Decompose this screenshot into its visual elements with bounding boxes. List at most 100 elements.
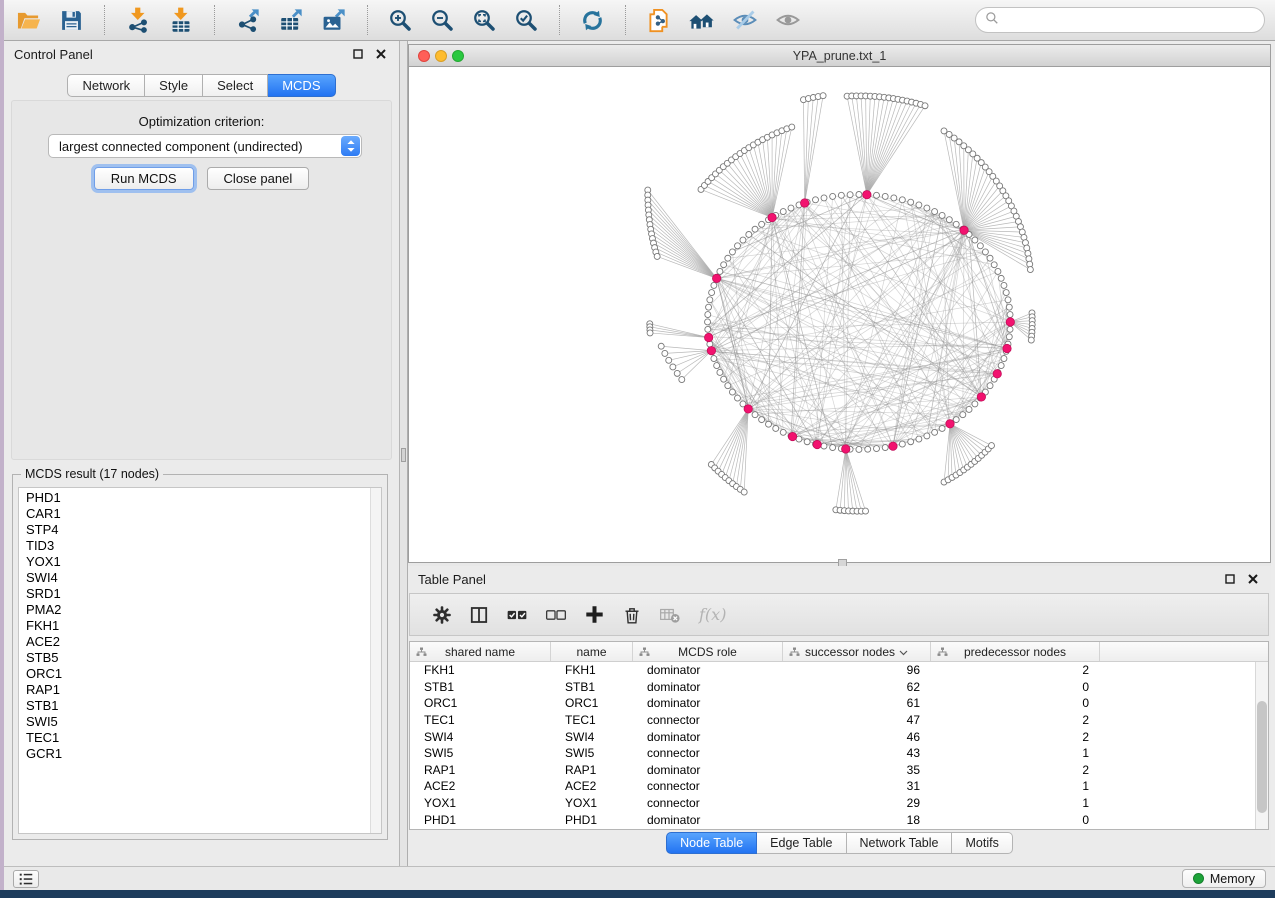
table-cell[interactable]: 2 [931,763,1100,777]
tab-motifs[interactable]: Motifs [952,832,1012,854]
mcds-result-item[interactable]: SWI4 [19,570,381,586]
table-cell[interactable]: FKH1 [410,663,551,677]
search-field[interactable] [975,7,1265,33]
network-graph[interactable] [409,67,1270,562]
table-row[interactable]: STB1STB1dominator620 [410,679,1268,696]
select-all-button[interactable] [506,604,528,626]
table-cell[interactable]: STB1 [551,680,633,694]
refresh-button[interactable] [580,8,605,33]
table-cell[interactable]: 46 [783,730,931,744]
table-cell[interactable]: ORC1 [551,696,633,710]
table-cell[interactable]: FKH1 [551,663,633,677]
table-cell[interactable]: RAP1 [410,763,551,777]
table-row[interactable]: SWI4SWI4dominator462 [410,728,1268,745]
zoom-selected-button[interactable] [514,8,539,33]
mcds-result-item[interactable]: FKH1 [19,618,381,634]
column-header-predecessor-nodes[interactable]: predecessor nodes [931,642,1100,661]
table-cell[interactable]: SWI4 [410,730,551,744]
table-cell[interactable]: connector [633,779,783,793]
table-cell[interactable]: dominator [633,730,783,744]
delete-column-button[interactable] [622,605,642,625]
table-cell[interactable]: 18 [783,813,931,827]
table-cell[interactable]: SWI5 [551,746,633,760]
table-row[interactable]: TEC1TEC1connector472 [410,712,1268,729]
split-view-button[interactable] [469,605,489,625]
table-scrollbar[interactable] [1255,662,1268,829]
search-input[interactable] [1004,10,1252,30]
table-cell[interactable]: dominator [633,663,783,677]
tab-edge-table[interactable]: Edge Table [757,832,846,854]
export-image-button[interactable] [321,7,347,33]
tab-select[interactable]: Select [203,74,268,97]
table-cell[interactable]: 31 [783,779,931,793]
table-cell[interactable]: 1 [931,779,1100,793]
table-cell[interactable]: PHD1 [551,813,633,827]
table-row[interactable]: SWI5SWI5connector431 [410,745,1268,762]
save-session-button[interactable] [59,8,84,33]
network-titlebar[interactable]: YPA_prune.txt_1 [409,45,1270,67]
tab-style[interactable]: Style [145,74,203,97]
import-network-button[interactable] [125,7,151,33]
table-row[interactable]: PHD1PHD1dominator180 [410,811,1268,828]
splitter-grip-icon[interactable] [401,448,406,462]
close-panel-button[interactable]: Close panel [207,167,310,190]
float-panel-icon[interactable] [1222,571,1238,587]
mcds-result-item[interactable]: STB1 [19,698,381,714]
table-settings-button[interactable] [432,605,452,625]
open-session-button[interactable] [16,7,42,33]
zoom-in-button[interactable] [388,8,413,33]
import-table-button[interactable] [168,7,194,33]
table-cell[interactable]: dominator [633,813,783,827]
mcds-result-list[interactable]: PHD1CAR1STP4TID3YOX1SWI4SRD1PMA2FKH1ACE2… [18,487,382,834]
criterion-dropdown[interactable]: largest connected component (undirected) [48,134,362,158]
tab-network[interactable]: Network [67,74,145,97]
network-canvas[interactable] [409,67,1270,562]
first-neighbors-button[interactable] [688,7,715,34]
table-cell[interactable]: 62 [783,680,931,694]
table-cell[interactable]: 96 [783,663,931,677]
table-cell[interactable]: SWI4 [551,730,633,744]
mcds-result-item[interactable]: STB5 [19,650,381,666]
table-cell[interactable]: ACE2 [551,779,633,793]
window-maximize-icon[interactable] [452,50,464,62]
table-cell[interactable]: YOX1 [410,796,551,810]
table-row[interactable]: RAP1RAP1dominator352 [410,762,1268,779]
table-row[interactable]: YOX1YOX1connector291 [410,795,1268,812]
table-cell[interactable]: STB1 [410,680,551,694]
table-cell[interactable]: TEC1 [410,713,551,727]
export-network-button[interactable] [235,7,261,33]
mcds-result-item[interactable]: ACE2 [19,634,381,650]
mcds-result-item[interactable]: YOX1 [19,554,381,570]
mcds-result-item[interactable]: TID3 [19,538,381,554]
table-cell[interactable]: 1 [931,796,1100,810]
float-panel-icon[interactable] [350,46,366,62]
table-cell[interactable]: SWI5 [410,746,551,760]
table-cell[interactable]: 0 [931,696,1100,710]
table-cell[interactable]: 47 [783,713,931,727]
table-cell[interactable]: dominator [633,696,783,710]
table-cell[interactable]: dominator [633,763,783,777]
table-row[interactable]: ACE2ACE2connector311 [410,778,1268,795]
table-cell[interactable]: 2 [931,730,1100,744]
add-column-button[interactable] [584,604,605,625]
tab-node-table[interactable]: Node Table [666,832,757,854]
export-table-button[interactable] [278,7,304,33]
table-cell[interactable]: 61 [783,696,931,710]
column-header-mcds-role[interactable]: MCDS role [633,642,783,661]
tab-network-table[interactable]: Network Table [847,832,953,854]
duplicate-network-button[interactable] [646,8,671,33]
window-minimize-icon[interactable] [435,50,447,62]
mcds-result-item[interactable]: STP4 [19,522,381,538]
table-cell[interactable]: ORC1 [410,696,551,710]
mcds-result-item[interactable]: CAR1 [19,506,381,522]
table-row[interactable]: ORC1ORC1dominator610 [410,695,1268,712]
mcds-result-item[interactable]: PMA2 [19,602,381,618]
mcds-result-item[interactable]: TEC1 [19,730,381,746]
mcds-result-item[interactable]: GCR1 [19,746,381,762]
table-cell[interactable]: 1 [931,746,1100,760]
table-cell[interactable]: dominator [633,680,783,694]
close-panel-icon[interactable] [373,46,389,62]
tab-mcds[interactable]: MCDS [268,74,335,97]
table-cell[interactable]: 35 [783,763,931,777]
table-cell[interactable]: PHD1 [410,813,551,827]
